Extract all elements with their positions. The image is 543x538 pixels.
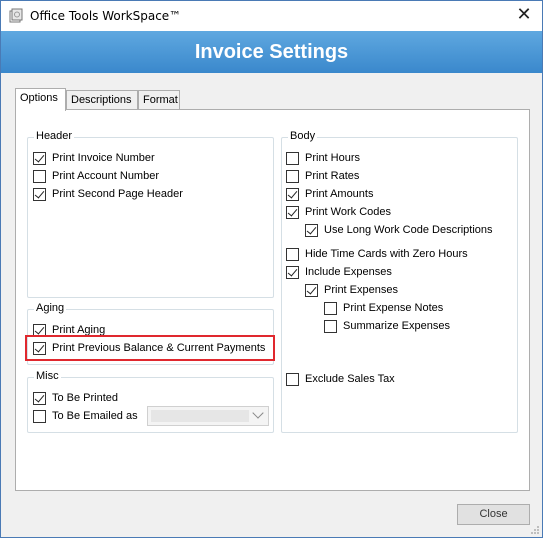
checkbox-box[interactable]	[286, 187, 299, 201]
tab-label: Options	[20, 92, 58, 104]
page-title: Invoice Settings	[194, 41, 349, 63]
checkbox-box[interactable]	[286, 372, 299, 386]
tab-format[interactable]: Format	[138, 90, 180, 111]
checkbox-use-long-work-code-descriptions[interactable]: Use Long Work Code Descriptions	[305, 222, 493, 238]
checkbox-to-be-emailed[interactable]: To Be Emailed as	[33, 408, 138, 424]
checkbox-print-hours[interactable]: Print Hours	[286, 150, 360, 166]
dialog-window: Office Tools WorkSpace™ ✕ Invoice Settin…	[0, 0, 543, 538]
checkbox-box[interactable]	[324, 301, 337, 315]
tab-options[interactable]: Options	[15, 88, 66, 111]
checkbox-box[interactable]	[286, 151, 299, 165]
checkbox-to-be-printed[interactable]: To Be Printed	[33, 390, 118, 406]
checkbox-print-amounts[interactable]: Print Amounts	[286, 186, 373, 202]
checkbox-print-expenses[interactable]: Print Expenses	[305, 282, 398, 298]
checkbox-box[interactable]	[286, 205, 299, 219]
checkbox-summarize-expenses[interactable]: Summarize Expenses	[324, 318, 450, 334]
checkbox-box[interactable]	[305, 283, 318, 297]
checkbox-box[interactable]	[286, 247, 299, 261]
checkbox-box[interactable]	[33, 151, 46, 165]
checkbox-box[interactable]	[324, 319, 337, 333]
checkbox-print-invoice-number[interactable]: Print Invoice Number	[33, 150, 155, 166]
tab-label: Format	[143, 94, 178, 106]
close-button[interactable]: Close	[457, 504, 530, 525]
checkbox-box[interactable]	[33, 169, 46, 183]
tab-descriptions[interactable]: Descriptions	[66, 90, 138, 111]
checkbox-box[interactable]	[286, 169, 299, 183]
checkbox-box[interactable]	[33, 409, 46, 423]
checkbox-print-rates[interactable]: Print Rates	[286, 168, 359, 184]
checkbox-print-previous-balance[interactable]: Print Previous Balance & Current Payment…	[33, 340, 265, 356]
window-close-button[interactable]: ✕	[506, 1, 542, 31]
app-icon	[9, 8, 23, 23]
checkbox-box[interactable]	[33, 187, 46, 201]
checkbox-box[interactable]	[33, 391, 46, 405]
checkbox-print-expense-notes[interactable]: Print Expense Notes	[324, 300, 443, 316]
checkbox-print-work-codes[interactable]: Print Work Codes	[286, 204, 391, 220]
checkbox-include-expenses[interactable]: Include Expenses	[286, 264, 392, 280]
tab-label: Descriptions	[71, 94, 132, 106]
chevron-down-icon	[252, 407, 264, 419]
email-format-value	[151, 410, 249, 422]
group-label: Body	[288, 130, 318, 142]
checkbox-print-account-number[interactable]: Print Account Number	[33, 168, 159, 184]
window-title: Office Tools WorkSpace™	[30, 9, 182, 23]
checkbox-print-second-page-header[interactable]: Print Second Page Header	[33, 186, 183, 202]
checkbox-box[interactable]	[33, 323, 46, 337]
checkbox-hide-time-cards-zero-hours[interactable]: Hide Time Cards with Zero Hours	[286, 246, 468, 262]
header-banner: Invoice Settings	[1, 31, 542, 73]
email-format-dropdown[interactable]	[147, 406, 269, 426]
resize-grip-icon[interactable]	[530, 525, 540, 535]
checkbox-print-aging[interactable]: Print Aging	[33, 322, 105, 338]
group-label: Aging	[34, 302, 67, 314]
title-bar[interactable]: Office Tools WorkSpace™ ✕	[1, 1, 542, 31]
checkbox-box[interactable]	[33, 341, 46, 355]
checkbox-box[interactable]	[305, 223, 318, 237]
checkbox-box[interactable]	[286, 265, 299, 279]
checkbox-exclude-sales-tax[interactable]: Exclude Sales Tax	[286, 371, 395, 387]
group-label: Header	[34, 130, 75, 142]
group-label: Misc	[34, 370, 61, 382]
